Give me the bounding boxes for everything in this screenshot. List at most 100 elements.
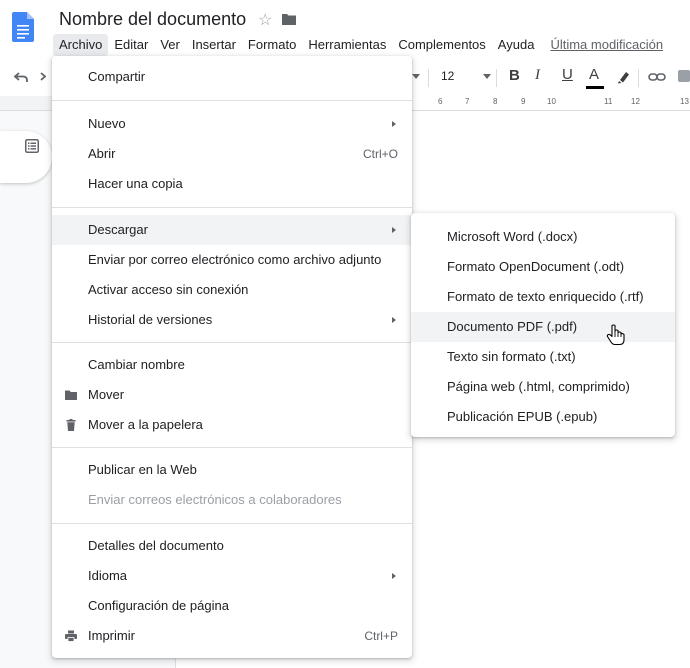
ruler-number: 7 [465, 97, 470, 106]
font-size-field[interactable]: 12 [441, 69, 454, 83]
ruler-number: 6 [438, 97, 443, 106]
menu-item-open[interactable]: Abrir Ctrl+O [52, 139, 412, 169]
submenu-arrow-icon [392, 121, 396, 127]
menu-item-label: Nuevo [88, 116, 126, 131]
menu-ayuda[interactable]: Ayuda [492, 34, 541, 56]
download-html[interactable]: Página web (.html, comprimido) [411, 372, 675, 402]
menu-bar: Archivo Editar Ver Insertar Formato Herr… [53, 34, 669, 56]
ruler-number: 10 [547, 97, 556, 106]
menu-formato[interactable]: Formato [242, 34, 302, 56]
folder-icon[interactable] [282, 13, 296, 25]
document-title[interactable]: Nombre del documento [59, 9, 246, 30]
menu-item-label: Abrir [88, 146, 116, 161]
font-size-dropdown-icon[interactable] [483, 74, 491, 79]
menu-divider [52, 342, 412, 343]
menu-item-trash[interactable]: Mover a la papelera [52, 410, 412, 440]
toolbar-divider [428, 69, 429, 87]
download-submenu: Microsoft Word (.docx) Formato OpenDocum… [411, 213, 675, 437]
printer-icon [65, 630, 77, 642]
menu-item-label: Cambiar nombre [88, 357, 185, 372]
redo-icon[interactable] [32, 71, 46, 83]
menu-item-language[interactable]: Idioma [52, 561, 412, 591]
menu-herramientas[interactable]: Herramientas [302, 34, 392, 56]
menu-item-rename[interactable]: Cambiar nombre [52, 350, 412, 380]
menu-item-share[interactable]: Compartir [52, 62, 412, 92]
ruler-number: 12 [631, 97, 640, 106]
menu-item-label: Formato OpenDocument (.odt) [447, 259, 625, 274]
star-icon[interactable]: ☆ [258, 10, 272, 30]
italic-button[interactable]: I [535, 67, 540, 84]
menu-item-label: Texto sin formato (.txt) [447, 349, 576, 364]
menu-item-label: Idioma [88, 568, 128, 583]
font-family-dropdown-icon[interactable] [412, 74, 420, 79]
menu-item-download[interactable]: Descargar [52, 215, 412, 245]
trash-icon [66, 419, 76, 431]
menu-item-email-collaborators: Enviar correos electrónicos a colaborado… [52, 485, 412, 515]
submenu-arrow-icon [392, 317, 396, 323]
submenu-arrow-icon [392, 573, 396, 579]
menu-item-publish[interactable]: Publicar en la Web [52, 455, 412, 485]
menu-item-details[interactable]: Detalles del documento [52, 531, 412, 561]
menu-item-label: Documento PDF (.pdf) [447, 319, 578, 334]
menu-item-label: Activar acceso sin conexión [88, 282, 249, 297]
hand-cursor-icon [606, 324, 625, 346]
insert-comment-icon[interactable] [678, 70, 690, 82]
menu-item-label: Hacer una copia [88, 176, 183, 191]
menu-insertar[interactable]: Insertar [186, 34, 242, 56]
link-icon[interactable] [648, 71, 666, 83]
outline-icon[interactable] [25, 139, 39, 153]
folder-icon [65, 390, 77, 400]
text-color-swatch [586, 86, 604, 89]
download-txt[interactable]: Texto sin formato (.txt) [411, 342, 675, 372]
menu-divider [52, 100, 412, 101]
menu-item-label: Publicación EPUB (.epub) [447, 409, 598, 424]
menu-item-email-attachment[interactable]: Enviar por correo electrónico como archi… [52, 245, 412, 275]
text-color-button[interactable]: A [589, 66, 599, 83]
shortcut-label: Ctrl+O [362, 147, 398, 161]
menu-item-copy[interactable]: Hacer una copia [52, 169, 412, 199]
underline-button[interactable]: U [562, 66, 573, 83]
menu-item-label: Formato de texto enriquecido (.rtf) [447, 289, 644, 304]
ruler-number: 9 [521, 97, 526, 106]
menu-ver[interactable]: Ver [154, 34, 186, 56]
menu-item-move[interactable]: Mover [52, 380, 412, 410]
docs-logo-icon[interactable] [12, 12, 34, 42]
submenu-arrow-icon [392, 227, 396, 233]
menu-item-label: Compartir [88, 69, 146, 84]
menu-divider [52, 447, 412, 448]
toolbar-divider [496, 69, 497, 87]
download-docx[interactable]: Microsoft Word (.docx) [411, 222, 675, 252]
download-pdf[interactable]: Documento PDF (.pdf) [411, 312, 675, 342]
ruler-number: 8 [493, 97, 498, 106]
menu-item-label: Enviar correos electrónicos a colaborado… [88, 492, 342, 507]
toolbar-divider [638, 69, 639, 87]
undo-icon[interactable] [14, 71, 28, 83]
last-edit-link[interactable]: Última modificación [540, 34, 669, 56]
menu-divider [52, 207, 412, 208]
menu-complementos[interactable]: Complementos [392, 34, 491, 56]
menu-item-label: Descargar [88, 222, 148, 237]
menu-item-page-setup[interactable]: Configuración de página [52, 591, 412, 621]
menu-divider [52, 523, 412, 524]
menu-item-print[interactable]: Imprimir Ctrl+P [52, 621, 412, 651]
shortcut-label: Ctrl+P [364, 629, 398, 643]
menu-item-offline[interactable]: Activar acceso sin conexión [52, 275, 412, 305]
menu-item-label: Configuración de página [88, 598, 229, 613]
menu-item-label: Mover a la papelera [88, 417, 203, 432]
file-menu: Compartir Nuevo Abrir Ctrl+O Hacer una c… [52, 56, 412, 658]
ruler-number: 13 [680, 97, 689, 106]
menu-item-label: Historial de versiones [88, 312, 213, 327]
download-rtf[interactable]: Formato de texto enriquecido (.rtf) [411, 282, 675, 312]
menu-item-version-history[interactable]: Historial de versiones [52, 305, 412, 335]
menu-item-new[interactable]: Nuevo [52, 109, 412, 139]
menu-item-label: Microsoft Word (.docx) [447, 229, 578, 244]
menu-archivo[interactable]: Archivo [53, 34, 109, 56]
menu-item-label: Detalles del documento [88, 538, 224, 553]
menu-item-label: Página web (.html, comprimido) [447, 379, 630, 394]
download-epub[interactable]: Publicación EPUB (.epub) [411, 402, 675, 432]
highlighter-icon[interactable] [617, 70, 631, 84]
bold-button[interactable]: B [509, 67, 520, 84]
menu-editar[interactable]: Editar [108, 34, 154, 56]
download-odt[interactable]: Formato OpenDocument (.odt) [411, 252, 675, 282]
ruler-number: 11 [604, 97, 613, 106]
